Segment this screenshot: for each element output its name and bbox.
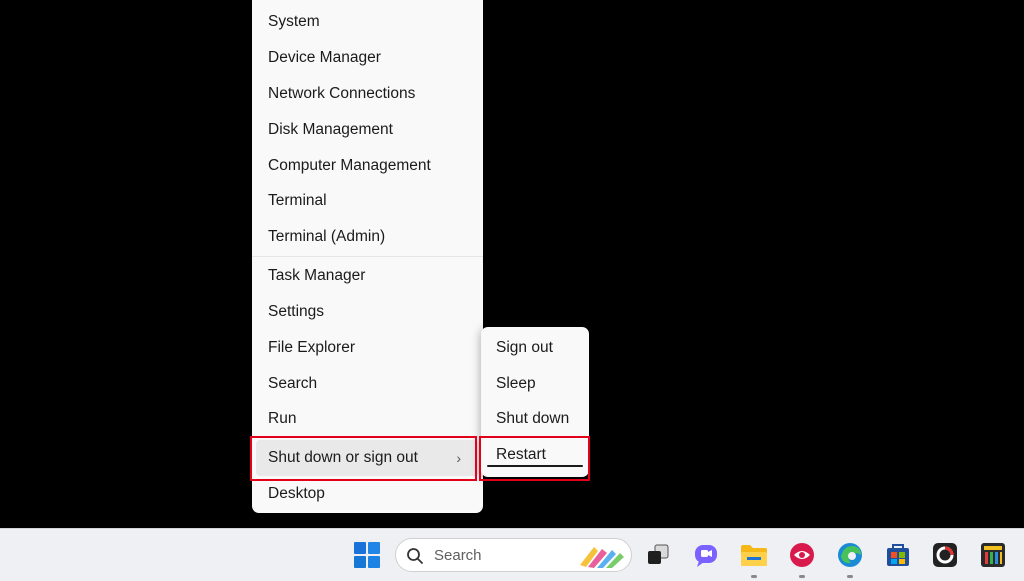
menu-item-desktop[interactable]: Desktop xyxy=(252,476,483,512)
task-view-icon[interactable] xyxy=(640,537,676,573)
menu-item-label: Computer Management xyxy=(268,157,431,174)
running-indicator xyxy=(847,575,853,578)
menu-item-terminal[interactable]: Terminal xyxy=(252,183,483,219)
search-placeholder: Search xyxy=(434,547,482,564)
menu-item-terminal-admin[interactable]: Terminal (Admin) xyxy=(252,219,483,255)
menu-item-device-manager[interactable]: Device Manager xyxy=(252,40,483,76)
submenu-item-shut-down[interactable]: Shut down xyxy=(481,401,589,437)
submenu-item-label: Shut down xyxy=(496,410,570,427)
annotation-box-shutdown xyxy=(250,436,477,481)
menu-item-label: System xyxy=(268,13,320,30)
menu-item-system[interactable]: System xyxy=(252,4,483,40)
menu-item-label: Desktop xyxy=(268,485,325,502)
menu-item-settings[interactable]: Settings xyxy=(252,294,483,330)
app-icon[interactable] xyxy=(784,537,820,578)
search-highlight-icon xyxy=(576,541,628,574)
menu-item-task-manager[interactable]: Task Manager xyxy=(252,258,483,294)
edge-icon[interactable] xyxy=(832,537,868,578)
menu-item-disk-management[interactable]: Disk Management xyxy=(252,112,483,148)
menu-item-label: Network Connections xyxy=(268,85,416,102)
file-explorer-icon[interactable] xyxy=(736,537,772,578)
menu-item-network-connections[interactable]: Network Connections xyxy=(252,76,483,112)
annotation-box-restart xyxy=(479,436,590,481)
menu-item-label: Terminal (Admin) xyxy=(268,228,386,245)
menu-item-label: Search xyxy=(268,375,318,392)
menu-item-label: Settings xyxy=(268,303,325,320)
menu-item-file-explorer[interactable]: File Explorer xyxy=(252,330,483,366)
submenu-item-label: Sign out xyxy=(496,339,553,356)
taskbar: Search xyxy=(0,528,1024,581)
store-icon[interactable] xyxy=(880,537,916,573)
submenu-item-label: Sleep xyxy=(496,375,536,392)
menu-separator xyxy=(252,256,483,257)
menu-item-label: File Explorer xyxy=(268,339,355,356)
taskbar-search-box[interactable]: Search xyxy=(395,538,632,572)
app-icon[interactable] xyxy=(927,537,963,573)
teams-chat-icon[interactable] xyxy=(688,537,724,573)
start-icon[interactable] xyxy=(349,537,385,573)
submenu-item-sign-out[interactable]: Sign out xyxy=(481,330,589,366)
running-indicator xyxy=(751,575,757,578)
menu-item-label: Run xyxy=(268,410,297,427)
menu-item-search[interactable]: Search xyxy=(252,366,483,402)
search-icon xyxy=(406,547,424,570)
menu-item-label: Disk Management xyxy=(268,121,393,138)
menu-item-label: Device Manager xyxy=(268,49,381,66)
menu-item-label: Terminal xyxy=(268,192,327,209)
menu-item-run[interactable]: Run xyxy=(252,401,483,437)
menu-item-computer-management[interactable]: Computer Management xyxy=(252,148,483,184)
menu-item-label: Task Manager xyxy=(268,267,366,284)
submenu-item-sleep[interactable]: Sleep xyxy=(481,366,589,402)
running-indicator xyxy=(799,575,805,578)
app-icon[interactable] xyxy=(975,537,1011,573)
